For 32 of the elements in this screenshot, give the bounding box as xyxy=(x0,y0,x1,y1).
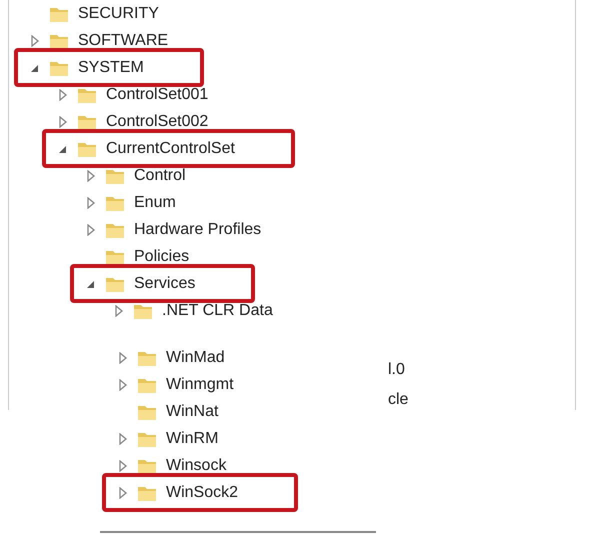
tree-item-label[interactable]: Winsock xyxy=(166,454,226,478)
tree-item-label[interactable]: ControlSet002 xyxy=(106,110,208,134)
tree-item-label[interactable]: Control xyxy=(134,164,186,188)
tree-item-label[interactable]: WinRM xyxy=(166,426,218,450)
value-text: cle xyxy=(388,390,408,410)
expand-arrow-icon[interactable] xyxy=(30,34,40,46)
tree-item-label[interactable]: SECURITY xyxy=(78,2,159,26)
tree-item-label[interactable]: Policies xyxy=(134,244,190,268)
value-text: l.0 xyxy=(388,360,406,380)
tree-item-label[interactable]: WinSock2 xyxy=(166,480,238,504)
expand-arrow-icon[interactable] xyxy=(58,116,68,128)
tree-item-label[interactable]: ControlSet001 xyxy=(106,82,208,106)
expand-arrow-icon[interactable] xyxy=(118,486,128,498)
tree-item-label[interactable]: WinMad xyxy=(166,346,225,370)
tree-item-label[interactable]: Winmgmt xyxy=(166,372,234,396)
expand-arrow-icon[interactable] xyxy=(114,304,124,316)
expand-arrow-icon[interactable] xyxy=(58,88,68,100)
tree-item-label[interactable]: SOFTWARE xyxy=(78,28,168,52)
tree-item-label[interactable]: WinNat xyxy=(166,400,218,424)
expand-arrow-icon[interactable] xyxy=(118,352,128,364)
expand-arrow-icon[interactable] xyxy=(86,170,96,182)
tree-item-label[interactable]: SYSTEM xyxy=(78,56,144,80)
expand-arrow-icon[interactable] xyxy=(118,432,128,444)
tree-item-label[interactable]: Enum xyxy=(134,190,176,214)
tree-item-label[interactable]: Services xyxy=(134,272,196,296)
tree-item-label[interactable]: .NET CLR Data xyxy=(162,298,273,322)
tree-item-label[interactable]: CurrentControlSet xyxy=(106,136,235,160)
expand-arrow-icon[interactable] xyxy=(86,224,96,236)
expand-arrow-icon[interactable] xyxy=(118,460,128,472)
expand-arrow-icon[interactable] xyxy=(118,378,128,390)
expand-arrow-icon[interactable] xyxy=(86,196,96,208)
tree-item-label[interactable]: Hardware Profiles xyxy=(134,218,262,242)
